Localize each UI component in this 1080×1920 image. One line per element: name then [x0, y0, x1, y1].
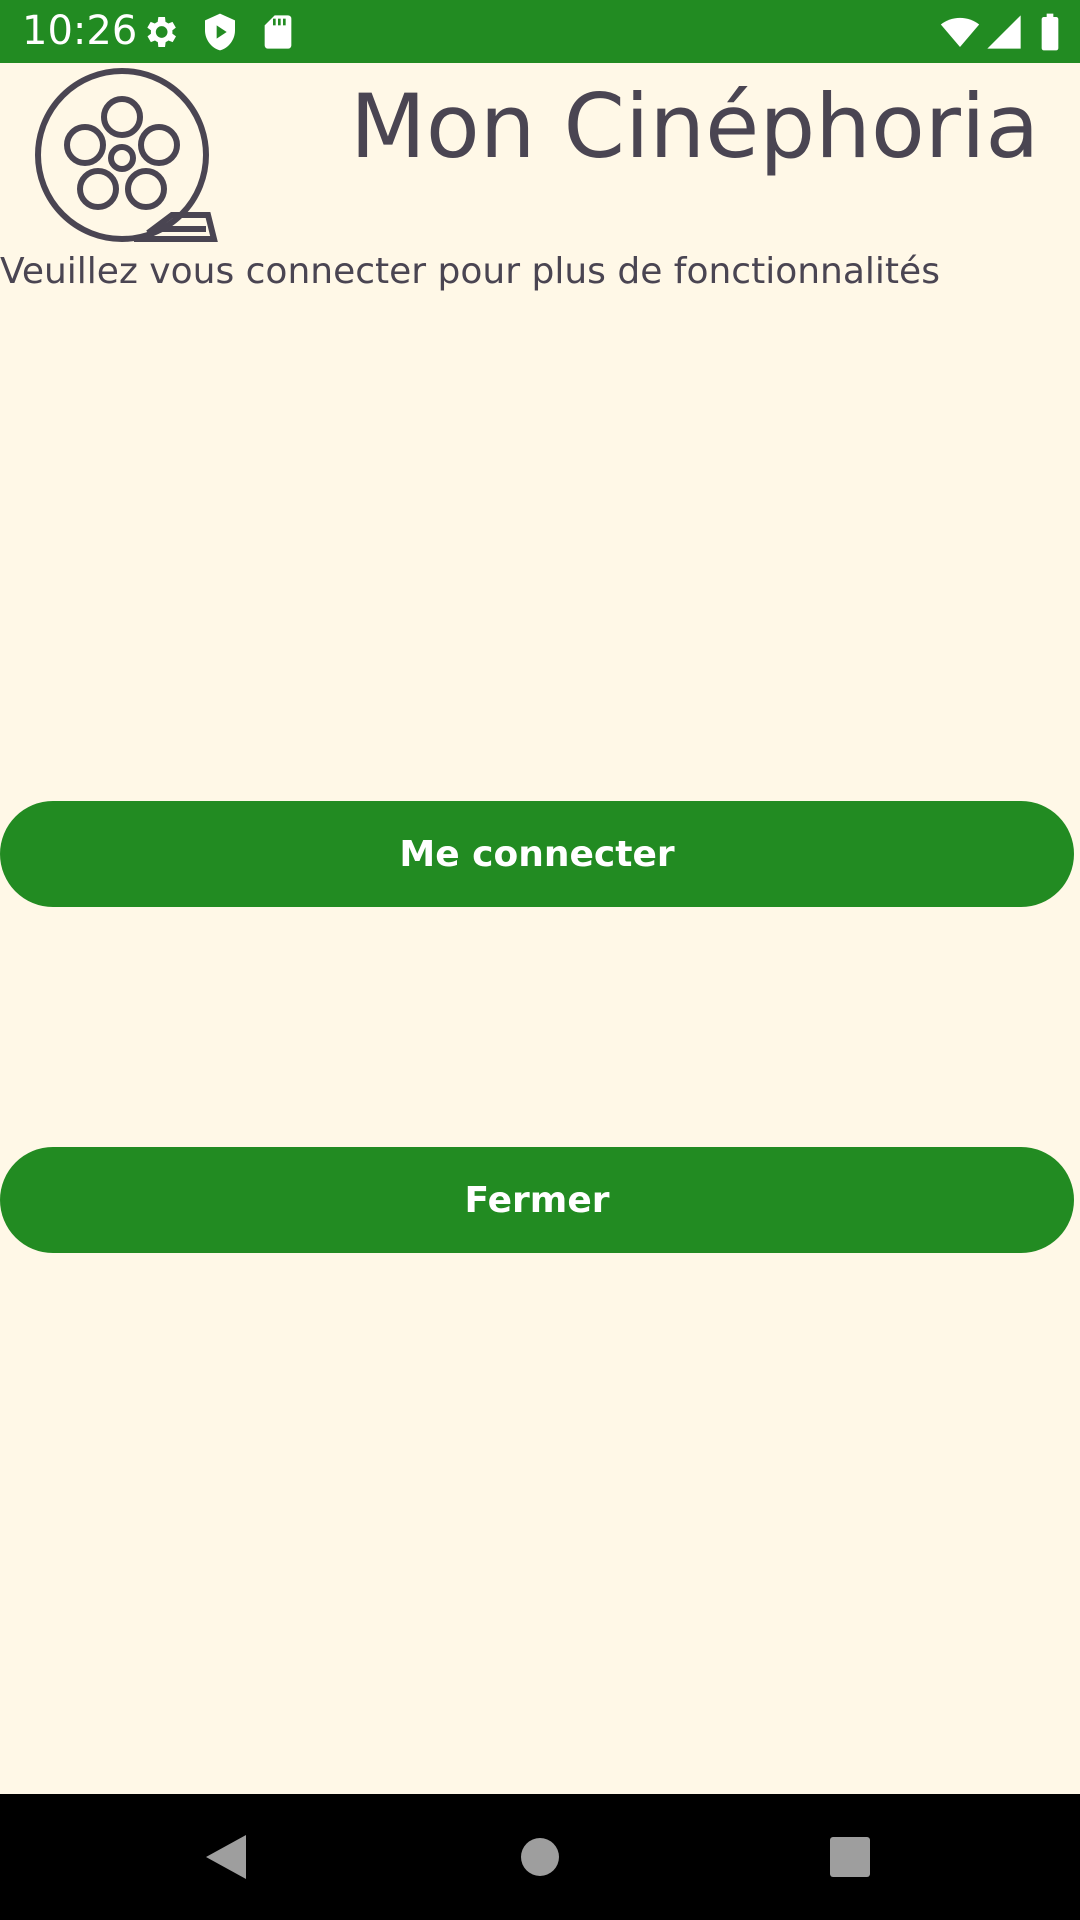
navigation-bar — [0, 1794, 1080, 1920]
back-icon[interactable] — [198, 1829, 254, 1885]
home-icon[interactable] — [512, 1829, 568, 1885]
shield-play-icon — [205, 13, 235, 51]
battery-icon — [1041, 13, 1059, 51]
film-reel-icon — [35, 68, 218, 242]
app-title: Mon Cinéphoria — [350, 75, 1040, 178]
status-bar: 10:26 — [0, 0, 1080, 63]
cell-signal-icon — [987, 15, 1021, 49]
app-screen: Mon Cinéphoria Veuillez vous connecter p… — [0, 63, 1080, 1794]
wifi-icon — [940, 17, 980, 47]
login-button[interactable]: Me connecter — [0, 801, 1074, 907]
settings-icon — [147, 17, 176, 47]
close-button[interactable]: Fermer — [0, 1147, 1074, 1253]
login-prompt-text: Veuillez vous connecter pour plus de fon… — [0, 251, 940, 292]
sd-card-icon — [264, 15, 292, 49]
status-time: 10:26 — [22, 8, 138, 54]
recents-icon[interactable] — [822, 1829, 878, 1885]
